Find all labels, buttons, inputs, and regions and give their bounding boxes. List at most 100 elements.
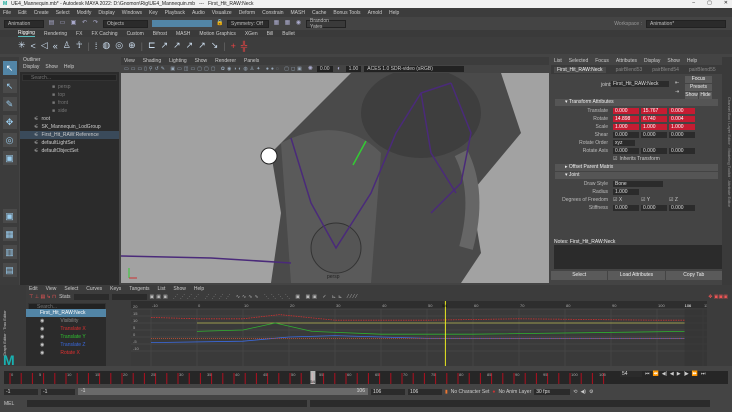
node-name-field[interactable]: First_Hit_RAW:Neck <box>611 81 669 87</box>
tab-mash[interactable]: MASH <box>176 31 190 37</box>
save-scene-icon[interactable]: ▣ <box>70 20 77 27</box>
bind-skin-icon[interactable]: ⁞ <box>95 41 98 51</box>
menu-constrain[interactable]: Constrain <box>262 10 283 16</box>
command-input[interactable] <box>27 400 307 407</box>
ae-menu-list[interactable]: List <box>554 58 562 64</box>
skeleton-icon[interactable]: ☥ <box>76 40 83 51</box>
menu-playback[interactable]: Playback <box>165 10 185 16</box>
ipr-icon[interactable]: ◉ <box>295 20 302 27</box>
outliner-search[interactable]: Search... <box>22 74 117 81</box>
ae-menu-help[interactable]: Help <box>687 58 697 64</box>
scale-tool-icon[interactable]: ▣ <box>2 151 17 165</box>
select-button[interactable]: Select <box>551 271 608 280</box>
constraint-aim-icon[interactable]: ↗ <box>161 40 169 51</box>
load-attributes-button[interactable]: Load Attributes <box>608 271 665 280</box>
menu-help[interactable]: Help <box>389 10 399 16</box>
ae-menu-focus[interactable]: Focus <box>595 58 609 64</box>
play-forward-icon[interactable]: ▶ <box>677 371 681 377</box>
graph-menu-view[interactable]: View <box>46 286 57 292</box>
stats-field-2[interactable] <box>111 293 147 300</box>
constraint-pole-icon[interactable]: ↘ <box>211 40 219 51</box>
layout-four-icon[interactable]: ▦ <box>2 227 17 241</box>
shear-x-field[interactable]: 0.000 <box>613 132 639 138</box>
close-button[interactable]: ✕ <box>724 0 728 6</box>
symmetry-dropdown[interactable]: Symmetry: Off <box>227 19 269 28</box>
tab-fx-caching[interactable]: FX Caching <box>91 31 117 37</box>
tab-bullet[interactable]: Bullet <box>282 31 295 37</box>
new-scene-icon[interactable]: ▤ <box>48 20 55 27</box>
snap-toolbar[interactable] <box>152 20 212 27</box>
scale-z-field[interactable]: 1.000 <box>669 124 695 130</box>
joint-section[interactable]: ▾ Joint <box>555 172 718 179</box>
animation-start-field[interactable]: -1 <box>4 388 38 395</box>
go-output-icon[interactable]: ⇥ <box>675 89 679 95</box>
preferences-icon[interactable]: ⚙ <box>589 389 593 395</box>
layout-two-icon[interactable]: ▥ <box>2 245 17 259</box>
menu-bonus-tools[interactable]: Bonus Tools <box>333 10 360 16</box>
objects-dropdown[interactable]: Objects <box>103 19 148 28</box>
ae-tab[interactable]: pairBlend53 <box>616 67 643 73</box>
step-forward-icon[interactable]: |▶ <box>684 371 689 377</box>
rotate-x-field[interactable]: 14.898 <box>613 116 639 122</box>
animation-end-field[interactable]: 106 <box>408 388 442 395</box>
playback-end-field[interactable]: 106 <box>371 388 405 395</box>
radius-field[interactable]: 1.000 <box>613 189 639 195</box>
paint-select-icon[interactable]: ✎ <box>2 97 17 111</box>
graph-menu-keys[interactable]: Keys <box>110 286 121 292</box>
minimize-button[interactable]: – <box>692 0 695 6</box>
viewport-tool-icons[interactable]: ▭▭▭▯⚲↺✎ ▣▭◫▭▢▢▢ ✿◉◑◐◍♙✦ ●●◌ ▢◻▣ <box>124 66 304 72</box>
transform-attributes-section[interactable]: ▾ Transform Attributes <box>555 99 718 106</box>
current-frame-field[interactable]: 54 <box>620 371 642 377</box>
step-back-key-icon[interactable]: ⏪ <box>653 371 659 377</box>
rotate-y-field[interactable]: 6.740 <box>641 116 667 122</box>
render-icon[interactable]: ▦ <box>273 20 280 27</box>
layout-single-icon[interactable]: ▣ <box>2 209 17 223</box>
scale-x-field[interactable]: 1.000 <box>613 124 639 130</box>
ae-menu-display[interactable]: Display <box>644 58 660 64</box>
menu-windows[interactable]: Windows <box>122 10 142 16</box>
undo-icon[interactable]: ↶ <box>81 20 88 27</box>
tab-modeling-toolkit[interactable]: Modeling Toolkit <box>727 148 732 177</box>
viewport-menu-shading[interactable]: Shading <box>143 58 161 64</box>
tangent-tool-icons[interactable]: ▣▣▣ ⋰⋰⋰⋰ ⋰⋰⋰⋰ ∿∿∿∿ ⋱⋱⋱⋱ ▣ ▣▣ ✓ ⊾⊾ ⁄⁄⁄⁄ <box>150 294 360 300</box>
smooth-bind-icon[interactable]: ◍ <box>102 40 110 51</box>
paint-weights-icon[interactable]: ◎ <box>115 40 123 51</box>
focus-button[interactable]: Focus <box>685 76 712 83</box>
outliner-item[interactable]: ⚟ root <box>20 115 119 123</box>
constraint-scale-icon[interactable]: ↗ <box>186 40 194 51</box>
rotate-axis-field[interactable]: 0.000 <box>641 148 667 154</box>
menu-audio[interactable]: Audio <box>192 10 205 16</box>
move-tool-icon[interactable]: ✥ <box>2 115 17 129</box>
range-slider[interactable]: -1 106 <box>78 388 368 395</box>
outliner-item[interactable]: ■ persp <box>20 83 119 91</box>
channel-item[interactable]: ◉ Translate Y <box>26 333 106 341</box>
graph-menu-tangents[interactable]: Tangents <box>129 286 149 292</box>
anim-layer-dropdown[interactable]: No Anim Layer <box>498 389 531 395</box>
dof-x-checkbox[interactable]: ☑ X <box>613 197 639 203</box>
viewport-menu-lighting[interactable]: Lighting <box>169 58 187 64</box>
tab-bill[interactable]: Bill <box>267 31 274 37</box>
layout-outliner-icon[interactable]: ▤ <box>2 263 17 277</box>
tab-xgen[interactable]: XGen <box>245 31 258 37</box>
tab-rigging[interactable]: Rigging <box>18 30 35 37</box>
menu-visualize[interactable]: Visualize <box>212 10 232 16</box>
scale-y-field[interactable]: 1.000 <box>641 124 667 130</box>
translate-x-field[interactable]: 0.000 <box>613 108 639 114</box>
dof-z-checkbox[interactable]: ☑ Z <box>669 197 695 203</box>
channel-item[interactable]: ◉ Translate Z <box>26 341 106 349</box>
exposure-field[interactable]: 0.00 <box>316 66 333 72</box>
graph-node-item[interactable]: First_Hit_RAW:Neck <box>26 309 106 317</box>
channel-item[interactable]: ◉ Visibility <box>26 317 106 325</box>
menu-arnold[interactable]: Arnold <box>368 10 382 16</box>
step-back-icon[interactable]: ◀| <box>662 371 667 377</box>
outliner-item[interactable]: ⚟ First_Hit_RAW:Reference <box>20 131 119 139</box>
outliner-item[interactable]: ■ front <box>20 99 119 107</box>
ae-menu-attributes[interactable]: Attributes <box>616 58 637 64</box>
tab-channel-box[interactable]: Channel Box / Layer Editor <box>727 97 732 145</box>
eye-icon[interactable]: ◉ <box>40 342 44 348</box>
rotate-z-field[interactable]: 0.004 <box>669 116 695 122</box>
outliner-item[interactable]: ⚟ defaultLightSet <box>20 139 119 147</box>
outliner-menu-help[interactable]: Help <box>64 64 74 72</box>
lock-icon[interactable]: 🔒 <box>216 20 223 27</box>
graph-area[interactable]: -10010203040506070809010011020151050-5-1… <box>131 301 711 366</box>
